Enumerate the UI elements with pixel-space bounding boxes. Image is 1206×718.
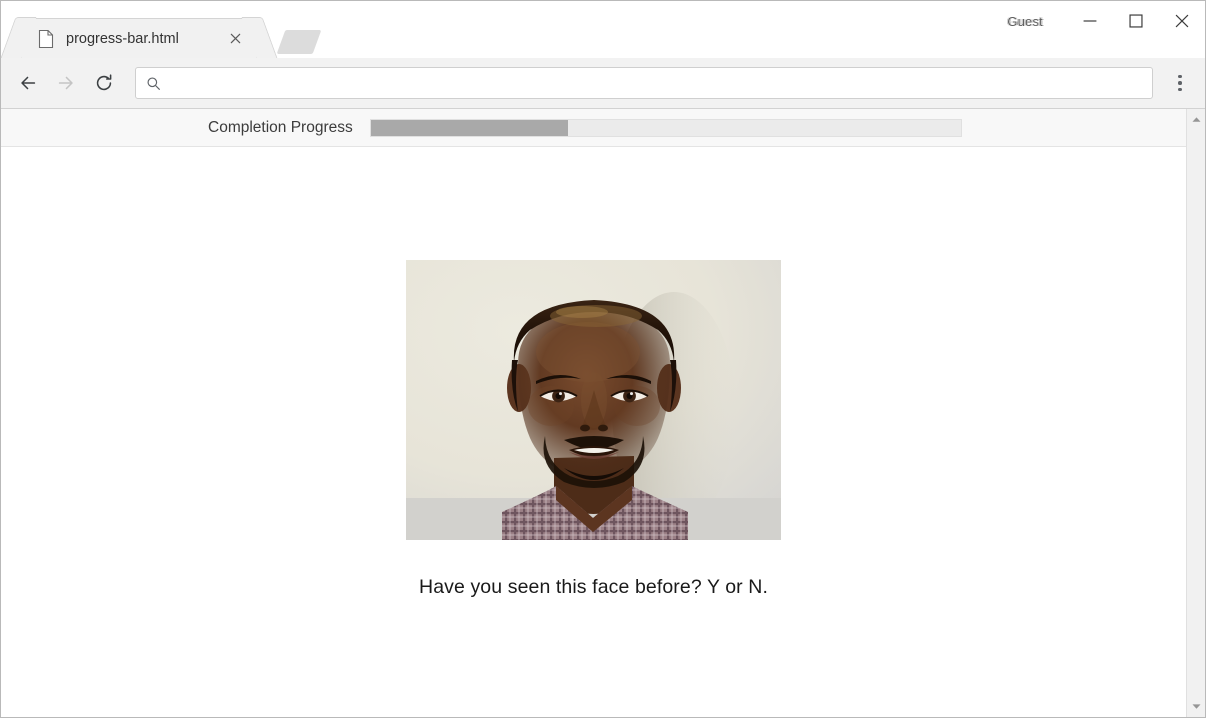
progress-bar — [369, 118, 962, 137]
address-bar[interactable] — [135, 67, 1153, 99]
browser-window: progress-bar.html Guest Completion Progr… — [0, 0, 1206, 718]
window-controls: Guest — [1007, 1, 1205, 41]
tab-strip: progress-bar.html Guest — [1, 1, 1205, 58]
address-input[interactable] — [169, 75, 1142, 91]
menu-dot — [1178, 81, 1182, 85]
close-icon[interactable] — [224, 28, 246, 50]
menu-dot — [1178, 87, 1182, 92]
scroll-up-icon[interactable] — [1187, 111, 1206, 128]
reload-button[interactable] — [85, 64, 123, 102]
maximize-button[interactable] — [1113, 2, 1159, 40]
scrollbar-track[interactable] — [1187, 128, 1205, 698]
minimize-button[interactable] — [1067, 2, 1113, 40]
vertical-scrollbar[interactable] — [1186, 109, 1205, 717]
back-button[interactable] — [9, 64, 47, 102]
progress-bar-fill — [370, 119, 568, 136]
browser-menu-button[interactable] — [1163, 64, 1197, 102]
browser-toolbar — [1, 58, 1205, 109]
profile-label[interactable]: Guest — [1007, 14, 1043, 29]
progress-section: Completion Progress — [1, 109, 1186, 147]
menu-dot — [1178, 74, 1182, 79]
forward-button[interactable] — [47, 64, 85, 102]
face-photo — [406, 260, 781, 540]
page-viewport: Completion Progress Have you seen this f… — [1, 109, 1205, 717]
browser-tab[interactable]: progress-bar.html — [21, 18, 257, 58]
document-icon — [38, 29, 54, 48]
question-text: Have you seen this face before? Y or N. — [419, 576, 768, 598]
close-window-button[interactable] — [1159, 2, 1205, 40]
search-icon — [146, 76, 161, 91]
stimulus-area: Have you seen this face before? Y or N. — [1, 147, 1186, 599]
page-content: Completion Progress Have you seen this f… — [1, 109, 1186, 717]
tab-title: progress-bar.html — [66, 30, 179, 47]
new-tab-button[interactable] — [276, 30, 322, 54]
progress-label: Completion Progress — [208, 118, 353, 136]
scroll-down-icon[interactable] — [1187, 698, 1206, 715]
